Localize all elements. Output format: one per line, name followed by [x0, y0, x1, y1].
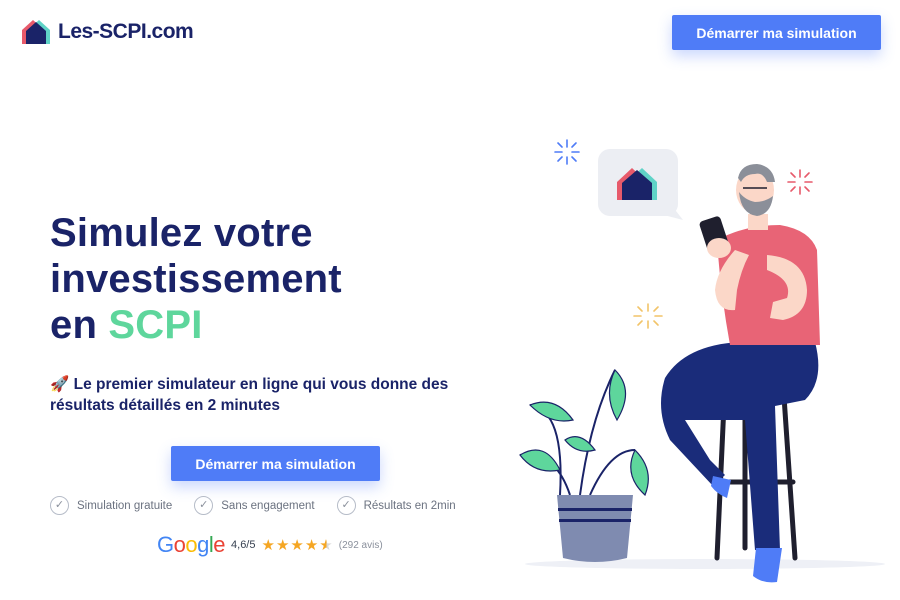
check-circle-icon: ✓ [194, 496, 214, 515]
sparkle-icon [787, 169, 813, 195]
check-circle-icon: ✓ [336, 496, 356, 515]
plant [519, 368, 649, 562]
site-logo[interactable]: Les-SCPI.com [20, 18, 194, 46]
check-circle-icon: ✓ [50, 496, 69, 515]
hero-subtitle: 🚀 Le premier simulateur en ligne qui vou… [50, 376, 449, 414]
feature-item: ✓ Sans engagement [194, 496, 315, 515]
hero-title-prefix: en [50, 303, 98, 347]
header-start-simulation-button[interactable]: Démarrer ma simulation [672, 15, 881, 50]
feature-label: Résultats en 2min [363, 499, 456, 512]
hero-title-line-1: Simulez votre [50, 211, 313, 255]
feature-label: Sans engagement [221, 499, 315, 512]
sparkle-icon [554, 139, 580, 165]
rating-count: (292 avis) [338, 539, 383, 551]
hero-title-line-3: en SCPI [50, 302, 342, 348]
feature-label: Simulation gratuite [77, 499, 173, 512]
google-logo: Google [157, 532, 226, 557]
hero-title-line-2: investissement [50, 257, 342, 301]
sparkle-icon [633, 303, 663, 329]
hero-title: Simulez votre investissement en SCPI [50, 210, 342, 348]
rating-score: 4,6/5 [231, 539, 256, 551]
star-icon: ★ [304, 536, 319, 554]
star-icon: ★ [261, 536, 275, 554]
speech-bubble [598, 149, 683, 220]
feature-item: ✓ Résultats en 2min [336, 496, 456, 515]
half-star-icon: ★ [319, 536, 333, 554]
feature-list: ✓ Simulation gratuite ✓ Sans engagement … [50, 496, 456, 515]
man-with-phone-illustration [519, 139, 885, 583]
hero-title-accent: SCPI [108, 303, 203, 347]
rating-stars: ★ ★ ★ ★ ★ [261, 538, 332, 553]
house-logo-icon [22, 20, 50, 44]
star-icon: ★ [290, 536, 304, 554]
brand-name: Les-SCPI.com [58, 20, 194, 43]
star-icon: ★ [275, 536, 290, 554]
man [661, 164, 820, 583]
hero-start-simulation-button[interactable]: Démarrer ma simulation [171, 446, 380, 481]
feature-item: ✓ Simulation gratuite [50, 496, 172, 515]
google-rating[interactable]: Google 4,6/5 ★ ★ ★ ★ ★ (292 avis) [157, 532, 383, 558]
